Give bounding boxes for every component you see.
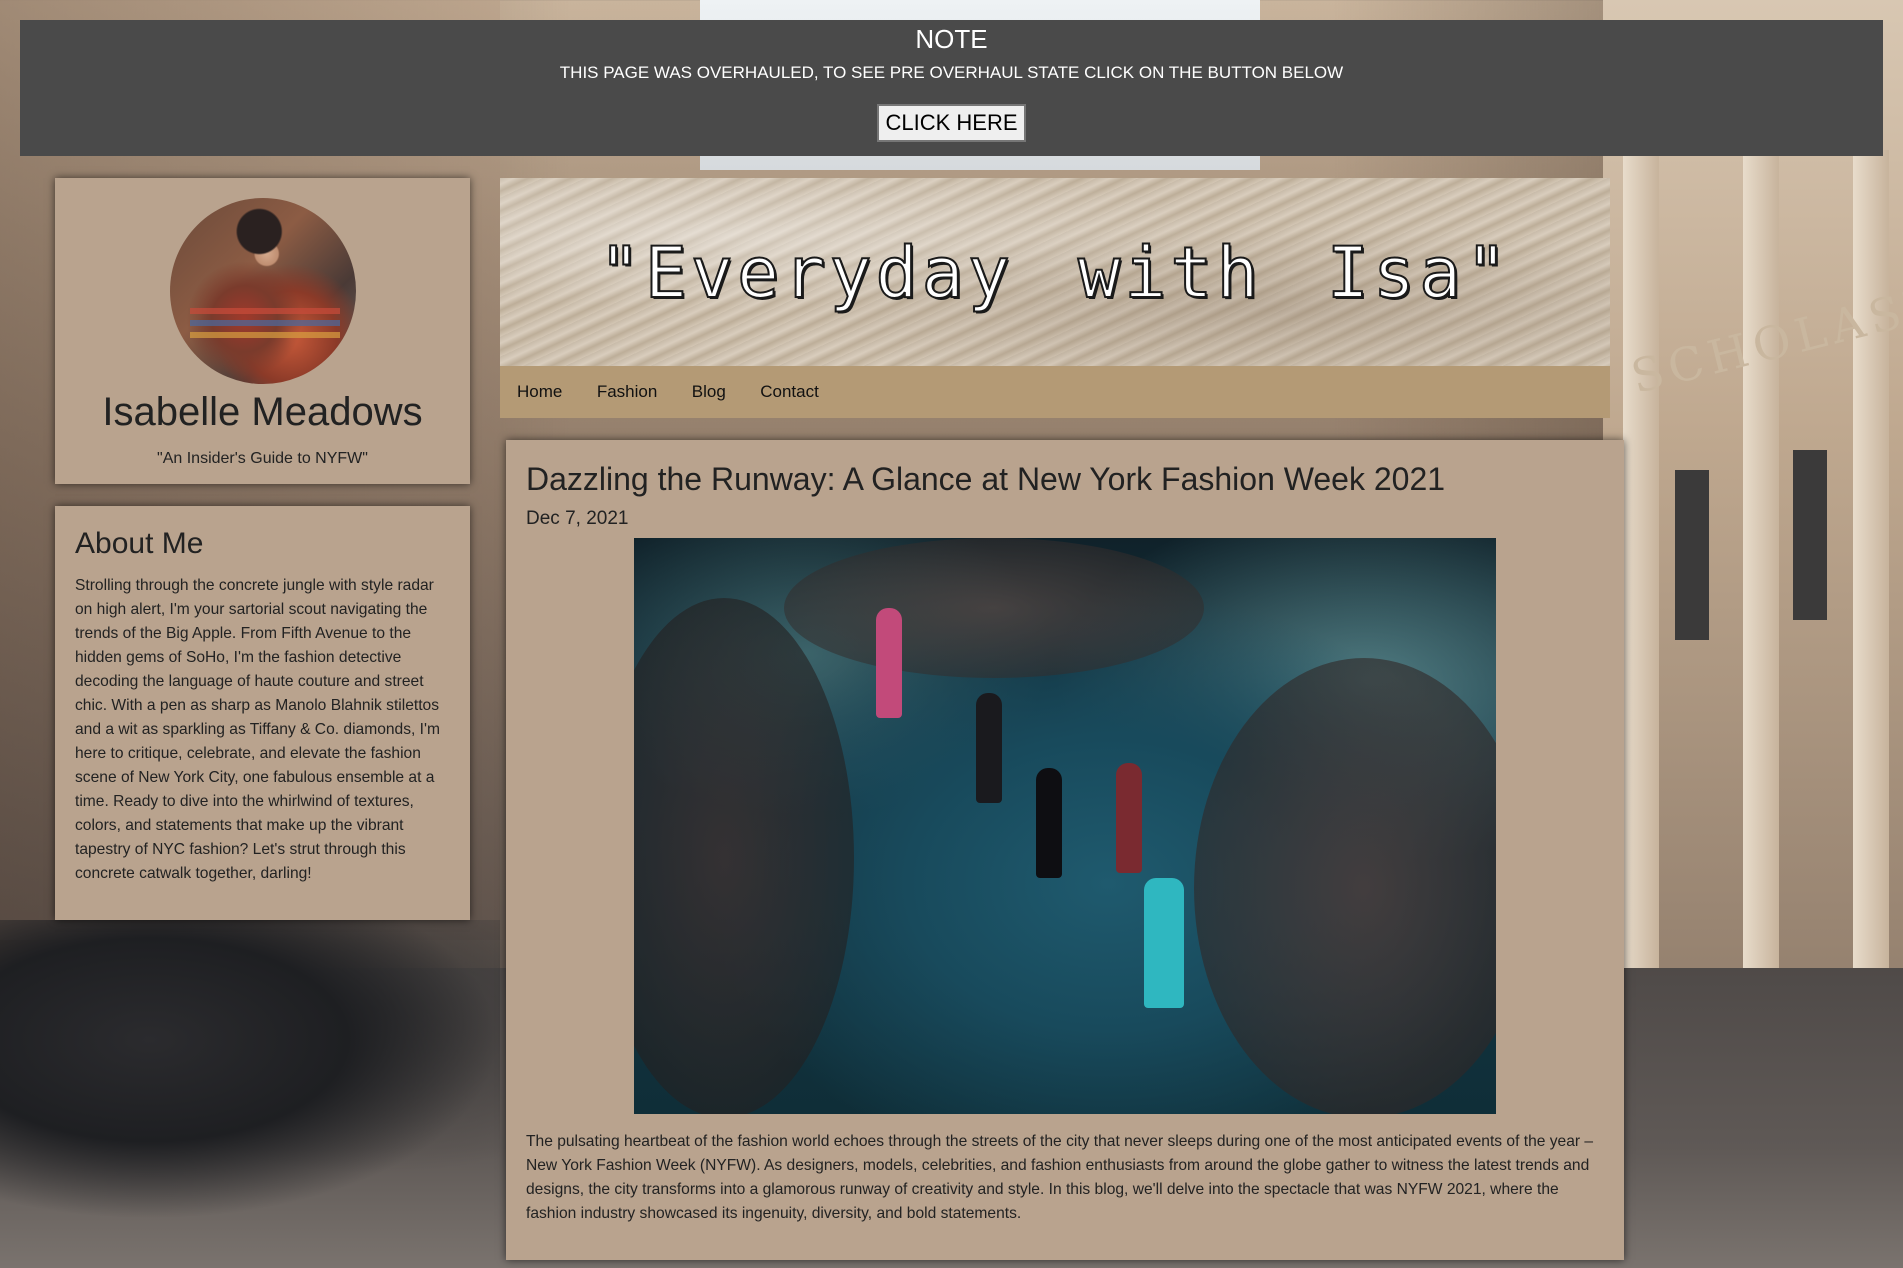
note-message: THIS PAGE WAS OVERHAULED, TO SEE PRE OVE… [559,63,1344,82]
note-heading: NOTE [915,24,988,54]
runway-photo-model [1144,878,1184,1008]
avatar [169,198,356,384]
article-body: The pulsating heartbeat of the fashion w… [526,1133,1594,1222]
profile-tagline: "An Insider's Guide to NYFW" [157,450,368,467]
profile-name: Isabelle Meadows [102,390,423,434]
main-navbar: Home Fashion Blog Contact [500,366,1610,418]
background-window [1675,470,1709,640]
overhaul-note-banner: NOTE THIS PAGE WAS OVERHAULED, TO SEE PR… [20,20,1883,156]
runway-photo [634,538,1496,1114]
background-cars [0,920,500,1220]
avatar-pattern [189,332,340,338]
nav-item-contact[interactable]: Contact [760,366,819,418]
background-column [1743,150,1779,1010]
about-me-heading: About Me [75,527,204,560]
runway-photo-model [1036,768,1062,878]
click-here-button[interactable]: CLICK HERE [877,104,1026,142]
background-column [1853,150,1889,1010]
avatar-pattern [189,320,340,326]
avatar-pattern [189,308,340,314]
runway-photo-crowd [634,598,854,1114]
background-right-building [1603,0,1903,1080]
runway-photo-crowd [784,538,1204,678]
article-title: Dazzling the Runway: A Glance at New Yor… [526,461,1446,497]
article-date: Dec 7, 2021 [526,508,629,529]
background-column [1623,150,1659,1010]
runway-photo-model [976,693,1002,803]
profile-card: Isabelle Meadows "An Insider's Guide to … [55,178,470,484]
site-header-banner: "Everyday with Isa" [500,178,1610,366]
runway-photo-crowd [1194,658,1496,1114]
runway-photo-model [876,608,902,718]
runway-photo-model [1116,763,1142,873]
about-me-card: About Me Strolling through the concrete … [55,506,470,920]
nav-item-fashion[interactable]: Fashion [597,366,657,418]
site-title: "Everyday with Isa" [598,231,1512,315]
nav-item-home[interactable]: Home [517,366,562,418]
about-me-text: Strolling through the concrete jungle wi… [75,577,440,882]
blog-article: Dazzling the Runway: A Glance at New Yor… [506,440,1624,1260]
nav-item-blog[interactable]: Blog [692,366,726,418]
background-window [1793,450,1827,620]
